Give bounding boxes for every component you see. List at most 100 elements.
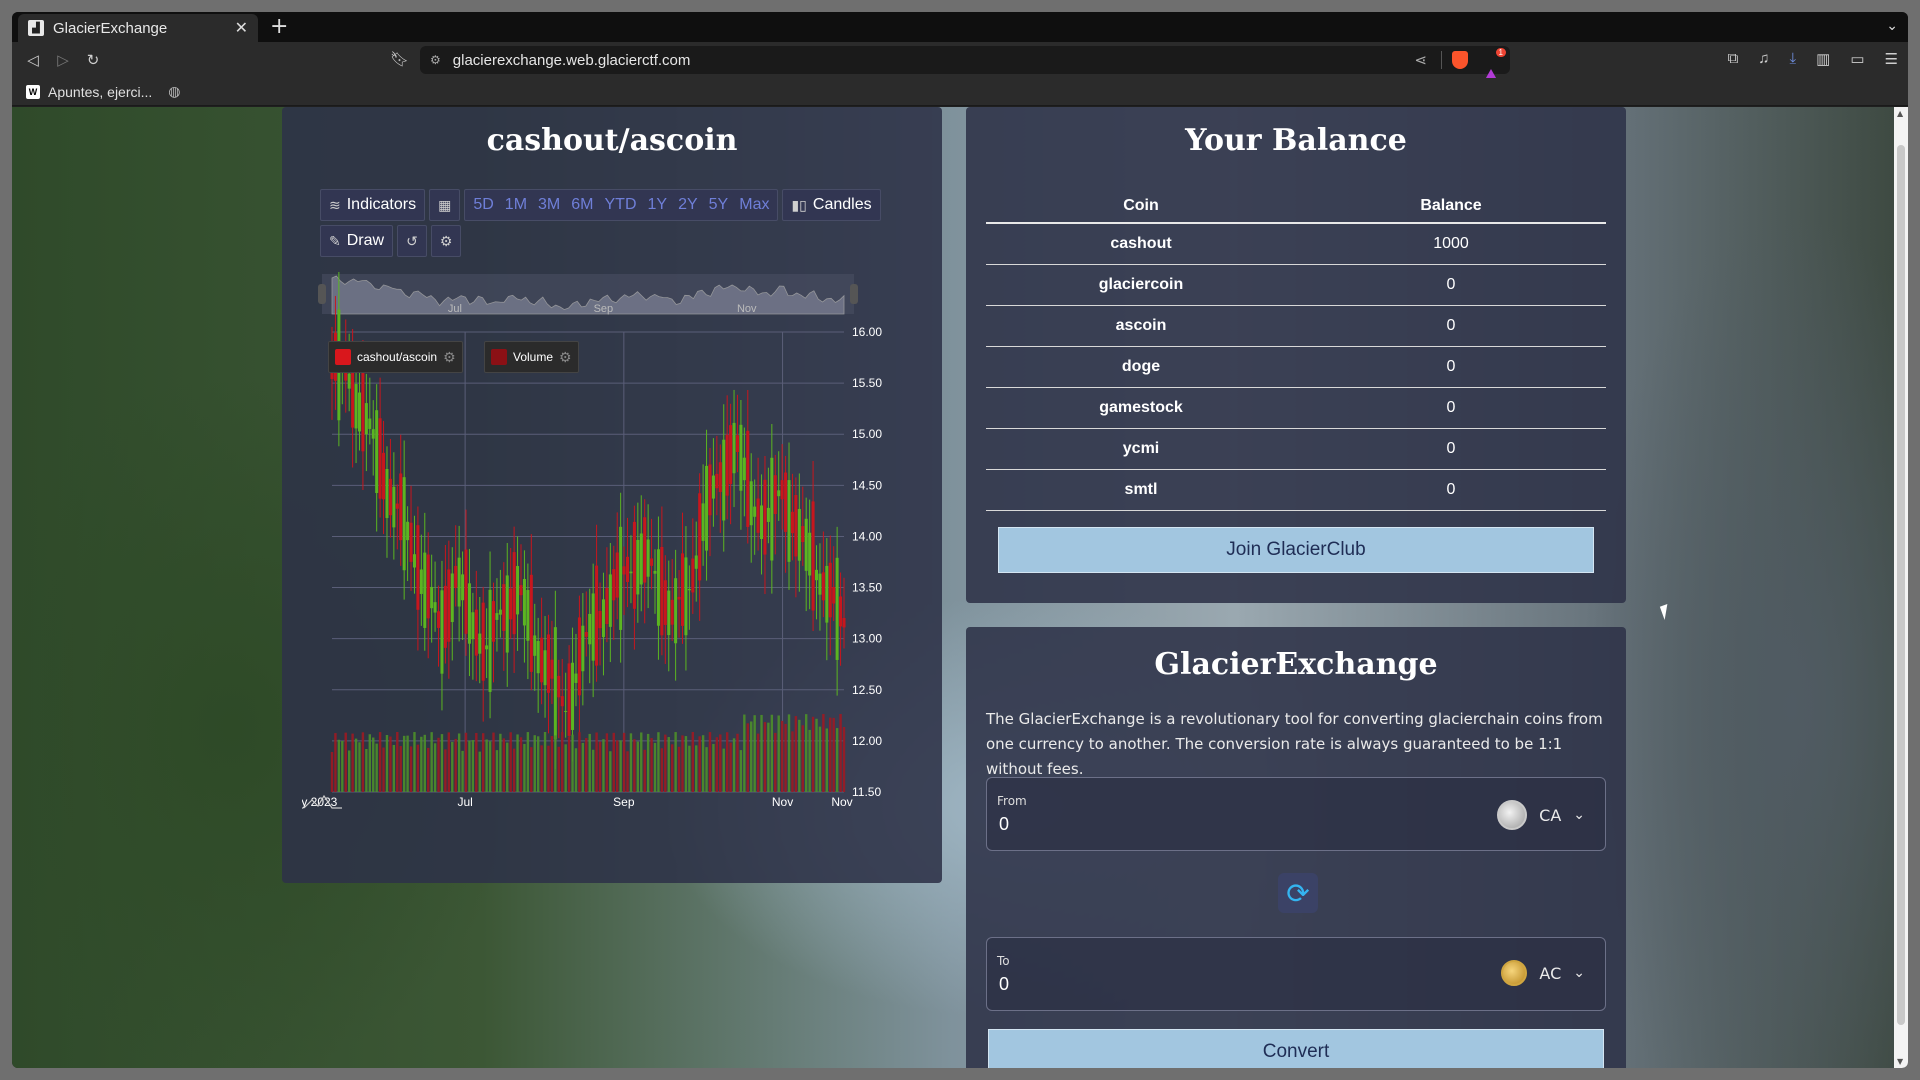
range-selector: 5D 1M 3M 6M YTD 1Y 2Y 5Y Max [464, 189, 779, 221]
candle-body [402, 477, 406, 571]
to-coin-select[interactable]: AC ⌄ [1501, 960, 1585, 986]
candle-body [787, 480, 791, 562]
legend-volume-chip[interactable]: Volume ⚙ [484, 341, 579, 373]
reload-icon[interactable]: ↻ [78, 51, 108, 69]
volume-bar [533, 735, 536, 792]
volume-bar [801, 725, 804, 792]
tab-list-chevron-icon[interactable]: ⌄ [1886, 18, 1898, 34]
range-5y[interactable]: 5Y [709, 196, 729, 214]
media-icon[interactable]: ♫ [1758, 50, 1769, 68]
bookmark-apuntes[interactable]: Apuntes, ejerci... [48, 84, 152, 100]
balance-coin-name: cashout [986, 223, 1296, 265]
candle-body [588, 613, 592, 645]
candle-body [368, 418, 372, 429]
sidebar-icon[interactable]: ▥ [1816, 50, 1830, 68]
candle-body [811, 501, 815, 611]
scroll-up-icon[interactable]: ▲ [1897, 109, 1903, 118]
range-max[interactable]: Max [739, 196, 769, 214]
candles-label: Candles [812, 196, 872, 213]
candle-body [835, 557, 839, 660]
col-coin-header: Coin [986, 189, 1296, 224]
candle-body [670, 599, 674, 625]
to-amount-input[interactable]: 0 [999, 974, 1009, 995]
volume-bar [688, 745, 691, 792]
range-1y[interactable]: 1Y [648, 196, 668, 214]
bookmark-icon[interactable]: 🔖︎ [390, 50, 409, 68]
tab-glacierexchange[interactable]: ▟ GlacierExchange ✕ [18, 14, 258, 42]
close-tab-icon[interactable]: ✕ [235, 18, 248, 38]
draw-button[interactable]: ✎ Draw [320, 225, 394, 257]
volume-bar [471, 740, 475, 792]
downloads-icon[interactable]: ⤓ [1790, 50, 1797, 68]
to-field[interactable]: To 0 AC ⌄ [986, 937, 1606, 1011]
candle-body [454, 565, 458, 588]
convert-button[interactable]: Convert [988, 1029, 1604, 1068]
menu-icon[interactable]: ☰ [1885, 50, 1898, 68]
volume-bar [509, 732, 512, 792]
candle-body [708, 464, 712, 516]
from-coin-select[interactable]: CA ⌄ [1497, 800, 1585, 830]
candle-body [622, 566, 626, 575]
share-icon[interactable]: ⋖ [1414, 51, 1427, 69]
page-scrollbar[interactable]: ▲ ▼ [1894, 107, 1908, 1068]
url-text[interactable]: glacierexchange.web.glacierctf.com [453, 52, 1415, 69]
balance-row: ycmi 0 [986, 428, 1606, 470]
new-tab-button[interactable]: + [270, 14, 288, 42]
volume-bar [392, 745, 396, 792]
balance-row: glaciercoin 0 [986, 264, 1606, 306]
swap-button[interactable]: ⟳ [1278, 873, 1318, 913]
legend-series-chip[interactable]: cashout/ascoin ⚙ [328, 341, 463, 373]
reset-button[interactable]: ↺ [397, 225, 427, 257]
site-info-icon[interactable]: ⚙︎ [430, 53, 441, 67]
volume-bar [664, 734, 667, 792]
candle-body [567, 663, 571, 736]
volume-bar [485, 739, 488, 792]
calendar-button[interactable]: ▦ [429, 189, 461, 221]
range-2y[interactable]: 2Y [678, 196, 698, 214]
series-gear-icon[interactable]: ⚙ [443, 349, 456, 366]
volume-bar [526, 732, 530, 792]
volume-bar [774, 732, 777, 792]
from-amount-input[interactable]: 0 [999, 814, 1009, 835]
back-icon[interactable]: ◁ [18, 51, 48, 69]
volume-bar [512, 748, 516, 792]
wallet-icon[interactable]: ▭ [1850, 50, 1864, 68]
volume-gear-icon[interactable]: ⚙ [559, 349, 572, 366]
chart-settings-button[interactable]: ⚙ [430, 225, 462, 257]
indicators-button[interactable]: ≋ Indicators [320, 189, 426, 221]
range-3m[interactable]: 3M [538, 196, 560, 214]
volume-bar [433, 743, 437, 792]
volume-bar [842, 727, 846, 792]
balance-row: cashout 1000 [986, 223, 1606, 265]
volume-bar [547, 745, 550, 792]
scrollbar-thumb[interactable] [1897, 145, 1905, 1025]
address-bar[interactable]: ⚙︎ glacierexchange.web.glacierctf.com ⋖ … [420, 46, 1510, 85]
forward-icon[interactable]: ▷ [48, 51, 78, 69]
volume-bar [457, 733, 461, 792]
candle-body [485, 645, 489, 650]
scroll-down-icon[interactable]: ▼ [1897, 1057, 1903, 1066]
brave-shield-icon[interactable] [1452, 51, 1468, 69]
volume-bar [550, 736, 554, 792]
range-6m[interactable]: 6M [571, 196, 593, 214]
candles-button[interactable]: ▮▯ Candles [782, 189, 881, 221]
volume-swatch [491, 349, 507, 365]
volume-bar [585, 738, 588, 792]
pencil-icon: ✎ [329, 232, 341, 249]
range-ytd[interactable]: YTD [605, 196, 637, 214]
brave-rewards-icon[interactable]: 1 [1482, 48, 1506, 85]
range-5d[interactable]: 5D [473, 196, 493, 214]
join-glacierclub-button[interactable]: Join GlacierClub [998, 527, 1594, 573]
candle-body [423, 552, 427, 628]
extensions-icon[interactable]: ⧉ [1728, 50, 1739, 68]
globe-icon[interactable]: ◍ [168, 83, 180, 100]
volume-bar [519, 737, 523, 792]
range-1m[interactable]: 1M [505, 196, 527, 214]
volume-bar [564, 744, 567, 792]
candle-body [529, 574, 533, 672]
candle-body [818, 573, 822, 595]
candle-body [464, 549, 468, 634]
x-tick-label: Nov [772, 795, 793, 809]
balance-amount: 0 [1296, 428, 1606, 470]
from-field[interactable]: From 0 CA ⌄ [986, 777, 1606, 851]
